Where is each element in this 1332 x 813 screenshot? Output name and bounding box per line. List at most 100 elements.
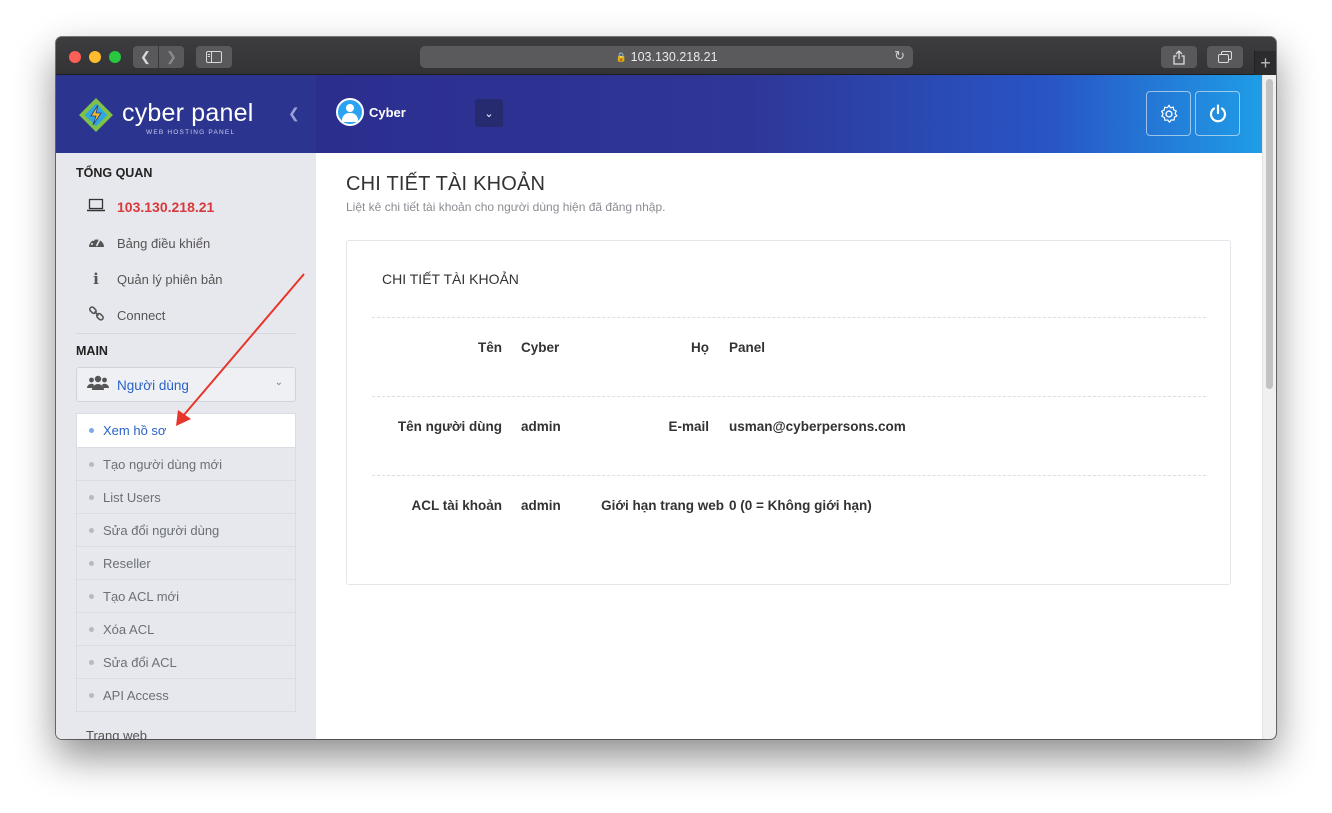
- vertical-scrollbar[interactable]: [1262, 75, 1276, 739]
- new-tab-button[interactable]: +: [1254, 51, 1276, 75]
- account-details-card: CHI TIẾT TÀI KHOẢN Tên Cyber Họ Panel Tê…: [346, 240, 1231, 585]
- page-subtitle: Liệt kê chi tiết tài khoản cho người dùn…: [346, 200, 666, 214]
- top-header: Cyber ⌄: [316, 75, 1262, 153]
- username-value: admin: [521, 419, 561, 434]
- submenu-item-label: Xem hồ sơ: [103, 423, 167, 438]
- sidebar-item-version-management[interactable]: i Quản lý phiên bản: [86, 269, 223, 289]
- submenu-item-list-users[interactable]: List Users: [77, 480, 295, 513]
- sidebar-item-label: Bảng điều khiển: [117, 235, 211, 251]
- submenu-item-reseller[interactable]: Reseller: [77, 546, 295, 579]
- section-title-main: MAIN: [76, 344, 108, 358]
- first-name-value: Cyber: [521, 340, 560, 355]
- website-limit-label: Giới hạn trang web: [601, 498, 724, 513]
- submenu-item-create-acl[interactable]: Tạo ACL mới: [77, 579, 295, 612]
- username-label: Tên người dùng: [397, 419, 502, 434]
- row-divider: [372, 396, 1206, 397]
- brand-subtitle: WEB HOSTING PANEL: [146, 129, 236, 136]
- submenu-item-label: Tạo ACL mới: [103, 588, 179, 604]
- chevron-down-icon: ⌄: [484, 107, 494, 120]
- submenu-item-label: Reseller: [103, 555, 151, 571]
- share-button[interactable]: [1161, 46, 1197, 68]
- bullet-icon: [89, 560, 94, 566]
- user-avatar[interactable]: [336, 98, 364, 126]
- chevron-left-icon: ❮: [140, 49, 151, 64]
- website-limit-value: 0 (0 = Không giới hạn): [729, 498, 872, 513]
- browser-window: ❮ ❯ 🔒 103.130.218.21 ↻ + cyber panel WEB…: [56, 37, 1276, 739]
- lock-icon: 🔒: [615, 51, 627, 62]
- bullet-icon: [89, 494, 94, 500]
- main-content: CHI TIẾT TÀI KHOẢN Liệt kê chi tiết tài …: [316, 153, 1262, 739]
- bullet-icon: [89, 626, 94, 632]
- gear-icon: [1160, 104, 1177, 123]
- sidebar: TỔNG QUAN 103.130.218.21 Bảng điều khiển…: [56, 153, 316, 739]
- last-name-label: Họ: [691, 340, 709, 355]
- browser-titlebar: ❮ ❯ 🔒 103.130.218.21 ↻ +: [56, 37, 1276, 75]
- row-divider: [372, 317, 1206, 318]
- user-name[interactable]: Cyber: [369, 105, 406, 120]
- submenu-item-label: List Users: [103, 489, 161, 505]
- submenu-item-modify-user[interactable]: Sửa đổi người dùng: [77, 513, 295, 546]
- bullet-icon: [89, 692, 94, 698]
- bullet-icon: [89, 428, 94, 433]
- sidebar-item-label: 103.130.218.21: [117, 199, 215, 215]
- first-name-label: Tên: [477, 340, 502, 355]
- cyberpanel-app: cyber panel WEB HOSTING PANEL ❮ Cyber ⌄ …: [56, 75, 1262, 739]
- brand-name: cyber panel: [122, 99, 254, 127]
- chevron-right-icon: ❯: [166, 49, 177, 64]
- cyberpanel-logo-icon: [79, 98, 113, 132]
- brand-header: cyber panel WEB HOSTING PANEL ❮: [56, 75, 316, 153]
- bullet-icon: [89, 593, 94, 599]
- email-value: usman@cyberpersons.com: [729, 419, 906, 434]
- address-bar[interactable]: 🔒 103.130.218.21 ↻: [420, 46, 913, 68]
- scrollbar-thumb[interactable]: [1266, 79, 1273, 389]
- show-tabs-button[interactable]: [1207, 46, 1243, 68]
- email-label: E-mail: [668, 419, 709, 434]
- minimize-window-button[interactable]: [89, 51, 101, 63]
- close-window-button[interactable]: [69, 51, 81, 63]
- submenu-item-modify-acl[interactable]: Sửa đổi ACL: [77, 645, 295, 678]
- back-button[interactable]: ❮: [133, 46, 158, 68]
- submenu-item-api-access[interactable]: API Access: [77, 678, 295, 711]
- account-acl-value: admin: [521, 498, 561, 513]
- sidebar-group-users[interactable]: Người dùng ⌄: [76, 367, 296, 402]
- bullet-icon: [89, 659, 94, 665]
- row-divider: [372, 475, 1206, 476]
- sidebar-item-connect[interactable]: Connect: [86, 305, 165, 325]
- forward-button[interactable]: ❯: [159, 46, 184, 68]
- account-acl-label: ACL tài khoản: [411, 498, 502, 513]
- link-icon: [86, 305, 106, 326]
- page-title: CHI TIẾT TÀI KHOẢN: [346, 173, 546, 195]
- sidebar-item-label: Quản lý phiên bản: [117, 271, 223, 287]
- last-name-value: Panel: [729, 340, 766, 355]
- submenu-item-label: Sửa đổi ACL: [103, 654, 177, 670]
- sidebar-item-dashboard[interactable]: Bảng điều khiển: [86, 233, 210, 253]
- submenu-item-label: Tạo người dùng mới: [103, 456, 222, 472]
- sidebar-item-label: Connect: [117, 307, 166, 323]
- laptop-icon: [86, 198, 106, 216]
- submenu-item-view-profile[interactable]: Xem hồ sơ: [77, 414, 295, 447]
- info-icon: i: [93, 270, 99, 288]
- sidebar-group-websites[interactable]: Trang web: [86, 728, 147, 739]
- submenu-item-label: Xóa ACL: [103, 621, 155, 637]
- card-title: CHI TIẾT TÀI KHOẢN: [382, 271, 519, 287]
- users-submenu: Xem hồ sơ Tạo người dùng mới List Users …: [76, 413, 296, 712]
- sidebar-icon: [206, 51, 222, 63]
- users-icon: [87, 375, 109, 396]
- submenu-item-delete-acl[interactable]: Xóa ACL: [77, 612, 295, 645]
- settings-button[interactable]: [1146, 91, 1191, 136]
- share-icon: [1173, 49, 1185, 65]
- sidebar-toggle-button[interactable]: [196, 46, 232, 68]
- section-title-overview: TỔNG QUAN: [76, 166, 153, 180]
- bullet-icon: [89, 461, 94, 467]
- reload-icon[interactable]: ↻: [894, 48, 905, 64]
- submenu-item-create-user[interactable]: Tạo người dùng mới: [77, 447, 295, 480]
- tabs-icon: [1218, 51, 1232, 63]
- user-menu-dropdown[interactable]: ⌄: [475, 99, 503, 127]
- collapse-sidebar-icon[interactable]: ❮: [288, 105, 300, 122]
- zoom-window-button[interactable]: [109, 51, 121, 63]
- sidebar-item-server-ip[interactable]: 103.130.218.21: [86, 197, 214, 217]
- logout-button[interactable]: [1195, 91, 1240, 136]
- bullet-icon: [89, 527, 94, 533]
- dashboard-icon: [86, 234, 106, 253]
- chevron-down-icon: ⌄: [274, 377, 283, 388]
